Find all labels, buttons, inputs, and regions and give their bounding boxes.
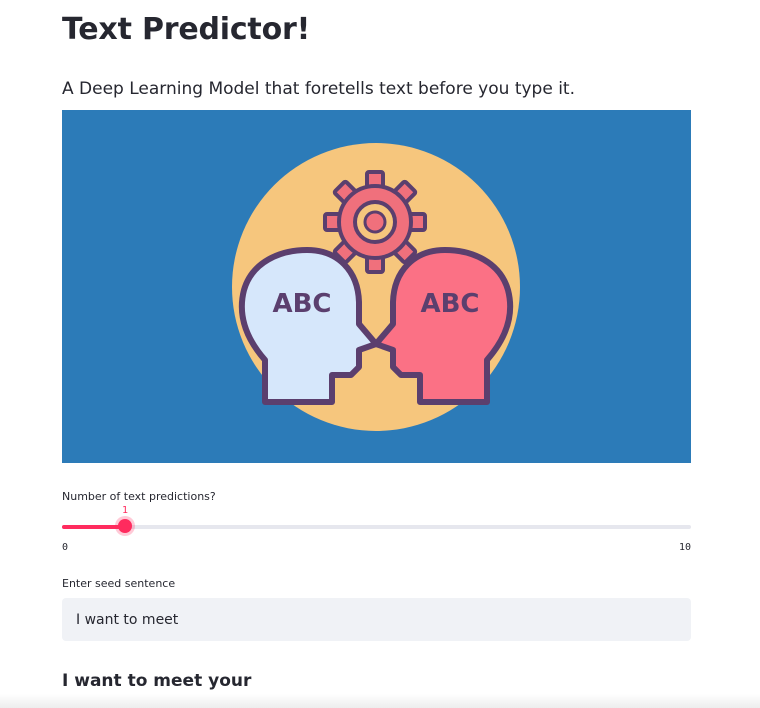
slider-track[interactable]	[62, 525, 691, 529]
slider-max-label: 10	[678, 542, 691, 553]
page-subtitle: A Deep Learning Model that foretells tex…	[62, 79, 575, 99]
slider-fill	[62, 525, 125, 529]
slider-thumb[interactable]	[118, 519, 132, 533]
slider-value: 1	[121, 505, 129, 516]
bottom-edge-shadow	[0, 694, 760, 708]
right-head-text: ABC	[420, 289, 479, 319]
left-head-text: ABC	[272, 289, 331, 319]
seed-input-label: Enter seed sentence	[62, 577, 176, 590]
slider-label: Number of text predictions?	[62, 490, 216, 503]
slider-min-label: 0	[62, 542, 69, 553]
predictions-slider[interactable]: 1 0 10	[62, 505, 691, 554]
seed-sentence-input[interactable]	[62, 598, 691, 641]
prediction-output: I want to meet your	[62, 671, 252, 691]
hero-image: ABC ABC	[62, 110, 691, 463]
page-title: Text Predictor!	[62, 12, 311, 47]
text-prediction-illustration: ABC ABC	[232, 143, 520, 431]
